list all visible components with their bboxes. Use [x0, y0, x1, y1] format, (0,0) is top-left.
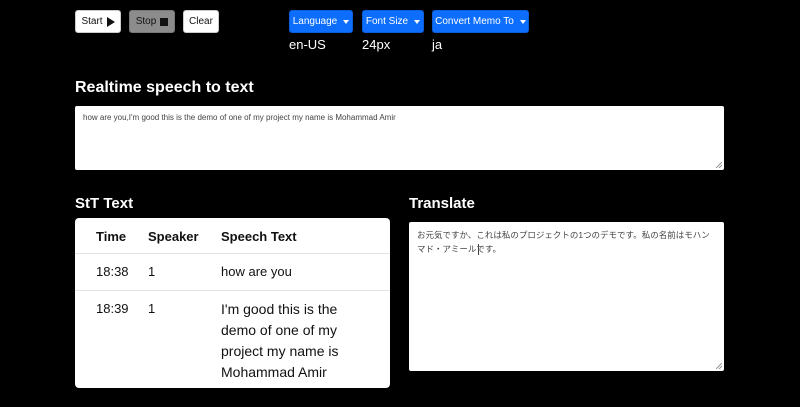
play-icon	[106, 16, 115, 27]
row-speaker: 1	[148, 290, 221, 388]
start-button-label: Start	[81, 16, 103, 27]
font-size-dropdown[interactable]: Font Size	[362, 10, 424, 33]
row-speaker: 1	[148, 253, 221, 291]
stt-heading: StT Text	[75, 195, 134, 212]
row-time: 18:39	[75, 290, 148, 388]
translate-textarea[interactable]: お元気ですか、これは私のプロジェクトの1つのデモです。私の名前はモハンマド・アミ…	[409, 222, 724, 371]
realtime-textarea[interactable]: how are you,I'm good this is the demo of…	[75, 106, 724, 170]
chevron-down-icon	[343, 19, 350, 24]
realtime-heading: Realtime speech to text	[75, 79, 254, 96]
stop-button-label: Stop	[135, 16, 157, 27]
stop-button[interactable]: Stop	[129, 10, 175, 33]
clear-button[interactable]: Clear	[183, 10, 219, 33]
translate-text: お元気ですか、これは私のプロジェクトの1つのデモです。私の名前はモハンマド・アミ…	[417, 230, 710, 254]
table-row: 18:39 1 I'm good this is the demo of one…	[75, 290, 390, 388]
row-time: 18:38	[75, 253, 148, 291]
convert-memo-dropdown-label: Convert Memo To	[435, 16, 514, 27]
text-cursor-icon	[478, 244, 479, 255]
resize-handle-icon[interactable]	[716, 363, 722, 369]
font-size-value: 24px	[362, 37, 391, 52]
chevron-down-icon	[414, 19, 421, 24]
stt-table: Time Speaker Speech Text 18:38 1 how are…	[75, 218, 390, 388]
row-speech-text: I'm good this is the demo of one of my p…	[221, 290, 390, 388]
language-dropdown-label: Language	[292, 16, 338, 27]
language-value: en-US	[289, 37, 326, 52]
chevron-down-icon	[519, 19, 526, 24]
translate-heading: Translate	[409, 195, 475, 212]
table-row: 18:38 1 how are you	[75, 253, 390, 291]
table-header-row: Time Speaker Speech Text	[75, 218, 390, 254]
resize-handle-icon[interactable]	[716, 162, 722, 168]
stt-table-card: Time Speaker Speech Text 18:38 1 how are…	[75, 218, 390, 388]
font-size-dropdown-label: Font Size	[365, 16, 409, 27]
row-speech-text: how are you	[221, 253, 390, 291]
start-button[interactable]: Start	[75, 10, 121, 33]
language-dropdown[interactable]: Language	[289, 10, 353, 33]
column-header-time: Time	[75, 218, 148, 254]
column-header-speech-text: Speech Text	[221, 218, 390, 254]
clear-button-label: Clear	[189, 16, 213, 27]
column-header-speaker: Speaker	[148, 218, 221, 254]
convert-memo-dropdown[interactable]: Convert Memo To	[432, 10, 529, 33]
realtime-text: how are you,I'm good this is the demo of…	[83, 113, 396, 122]
convert-memo-value: ja	[432, 37, 443, 52]
stop-icon	[160, 17, 169, 26]
